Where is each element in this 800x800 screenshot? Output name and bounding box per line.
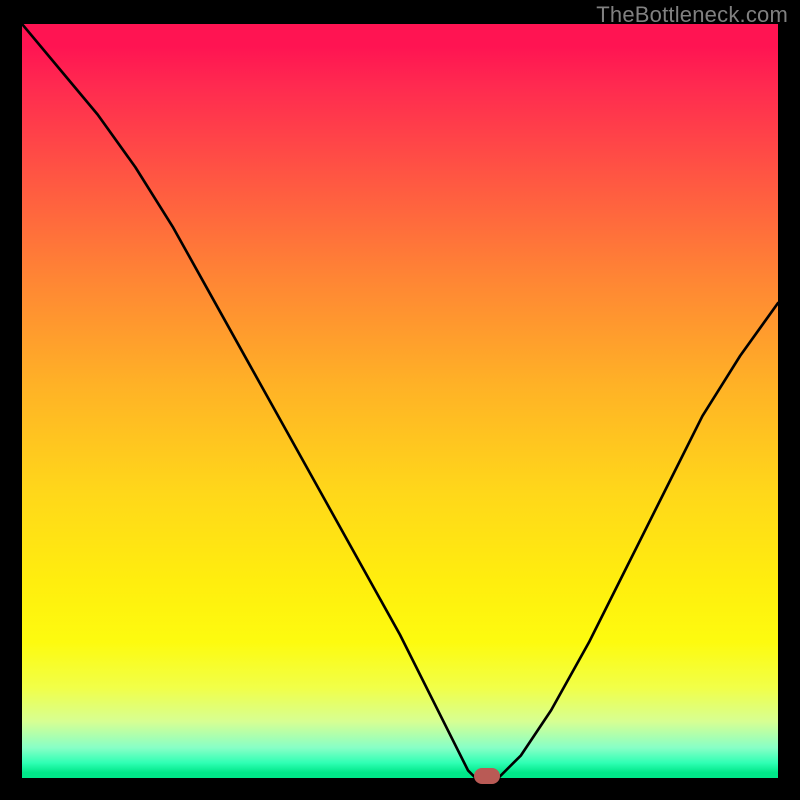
chart-frame: TheBottleneck.com (0, 0, 800, 800)
plot-area (22, 24, 778, 778)
optimum-marker (474, 768, 500, 784)
bottleneck-curve (22, 24, 778, 778)
watermark-text: TheBottleneck.com (596, 2, 788, 28)
